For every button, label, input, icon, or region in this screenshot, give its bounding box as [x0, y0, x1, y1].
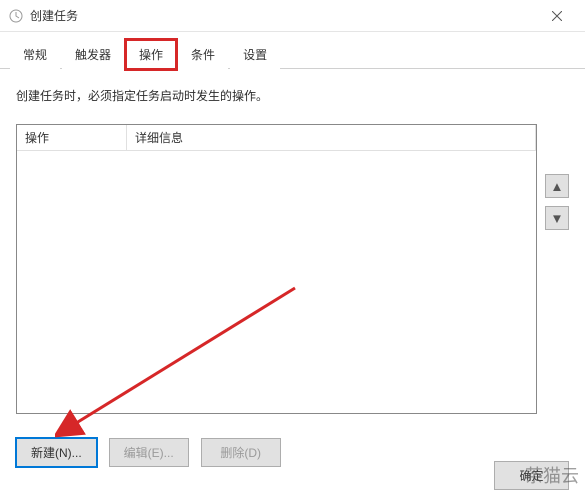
column-header-action[interactable]: 操作	[17, 125, 127, 150]
dialog-footer: 确定	[494, 461, 569, 490]
column-header-details[interactable]: 详细信息	[127, 125, 536, 150]
new-button[interactable]: 新建(N)...	[16, 438, 97, 467]
tab-conditions[interactable]: 条件	[178, 40, 228, 69]
tab-settings[interactable]: 设置	[230, 40, 280, 69]
move-down-button[interactable]: ▼	[545, 206, 569, 230]
table-body[interactable]	[17, 151, 536, 411]
close-button[interactable]	[537, 0, 577, 32]
move-up-button[interactable]: ▲	[545, 174, 569, 198]
edit-button[interactable]: 编辑(E)...	[109, 438, 189, 467]
tab-content: 创建任务时，必须指定任务启动时发生的操作。 操作 详细信息 ▲ ▼	[0, 69, 585, 424]
instruction-text: 创建任务时，必须指定任务启动时发生的操作。	[16, 87, 569, 104]
tab-strip: 常规 触发器 操作 条件 设置	[0, 35, 585, 69]
table-header: 操作 详细信息	[17, 125, 536, 151]
window-title: 创建任务	[30, 7, 537, 24]
titlebar: 创建任务	[0, 0, 585, 32]
tab-actions[interactable]: 操作	[126, 40, 176, 69]
reorder-buttons: ▲ ▼	[545, 124, 569, 414]
ok-button[interactable]: 确定	[494, 461, 569, 490]
actions-table[interactable]: 操作 详细信息	[16, 124, 537, 414]
clock-icon	[8, 8, 24, 24]
tab-general[interactable]: 常规	[10, 40, 60, 69]
delete-button[interactable]: 删除(D)	[201, 438, 281, 467]
tab-triggers[interactable]: 触发器	[62, 40, 124, 69]
